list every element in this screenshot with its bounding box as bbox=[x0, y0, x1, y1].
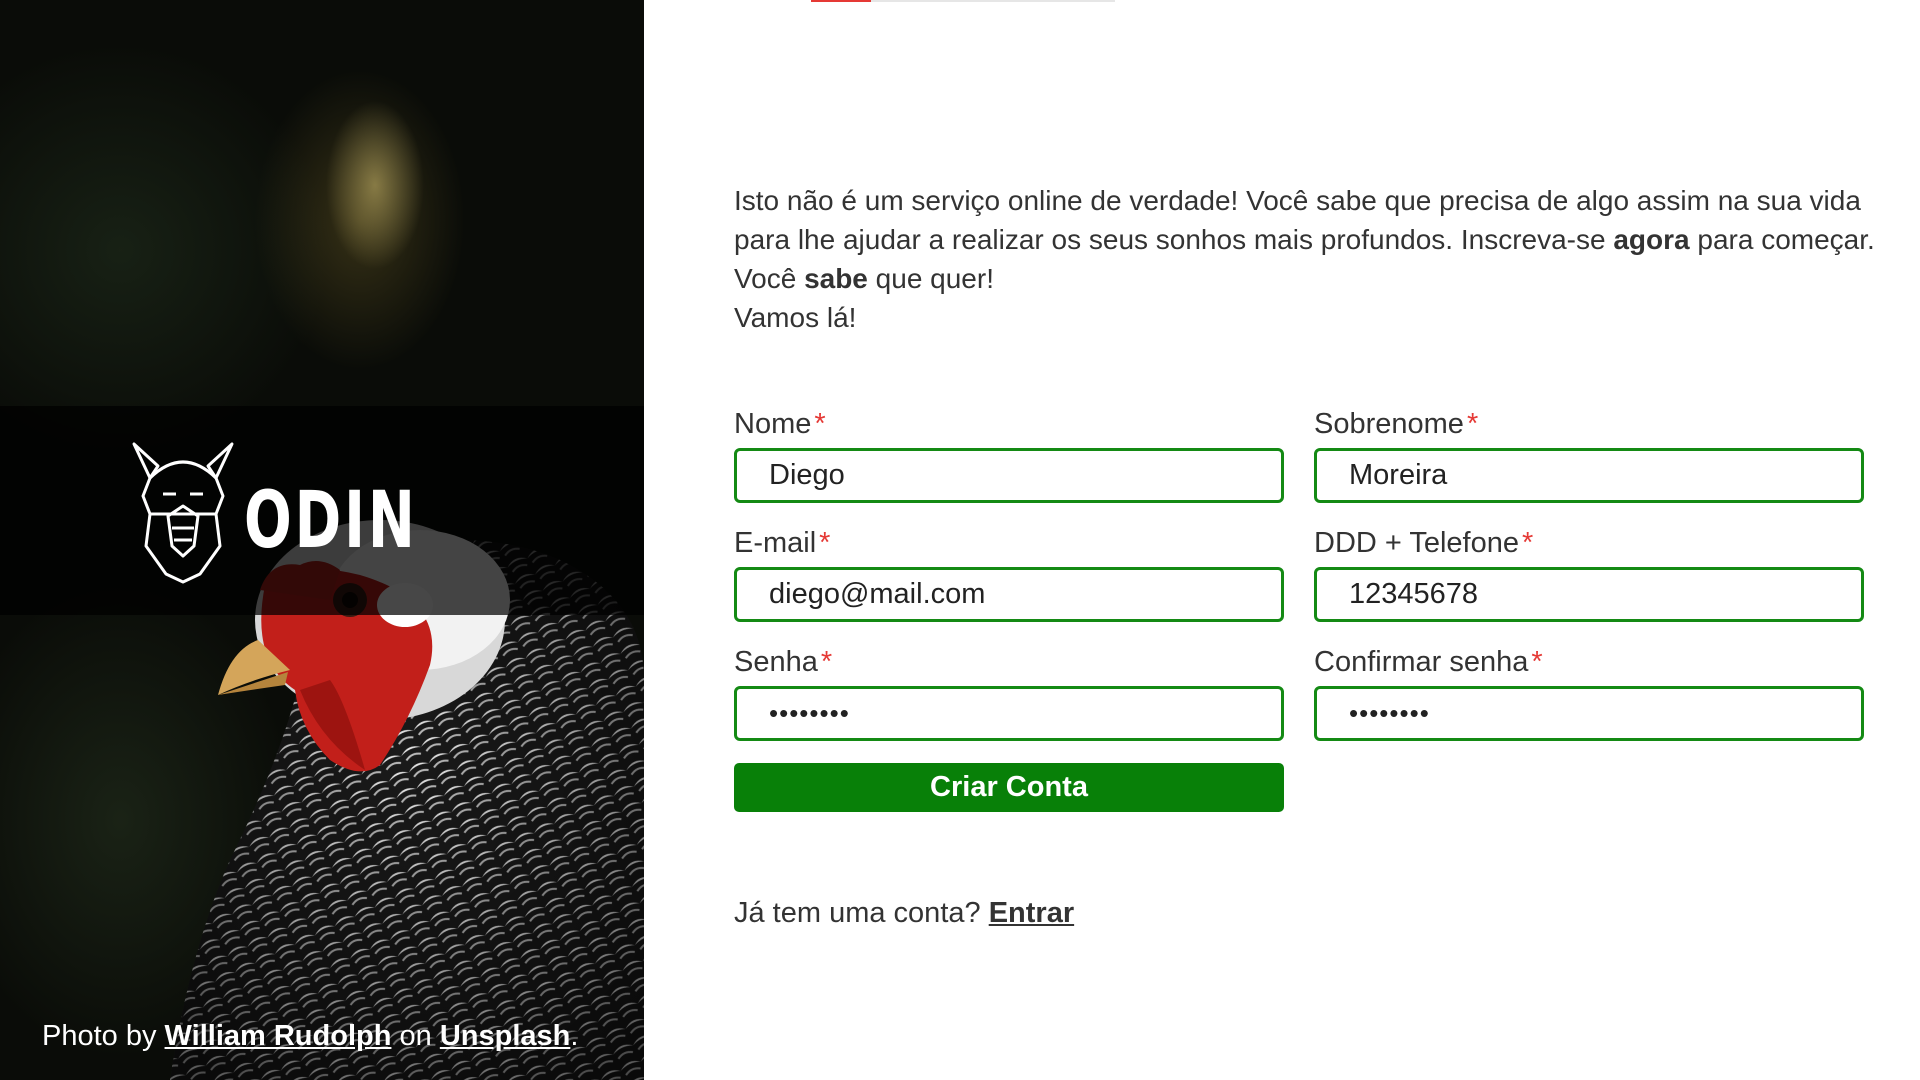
photo-credit: Photo by William Rudolph on Unsplash. bbox=[42, 1020, 578, 1053]
logo-wordmark: ODIN bbox=[244, 475, 419, 566]
first-name-label: Nome * bbox=[734, 408, 826, 440]
credit-prefix: Photo by bbox=[42, 1020, 157, 1052]
form-row-contact: E-mail* DDD + Telefone* bbox=[734, 525, 1864, 622]
confirm-password-input[interactable] bbox=[1314, 686, 1864, 741]
required-marker: * bbox=[820, 646, 833, 678]
password-label: Senha * bbox=[734, 646, 833, 678]
form-row-name: Nome* Sobrenome* bbox=[734, 406, 1864, 503]
phone-label: DDD + Telefone * bbox=[1314, 527, 1534, 559]
credit-suffix: . bbox=[570, 1020, 579, 1052]
first-name-field: Nome * bbox=[734, 406, 1284, 503]
logo-band: ODIN bbox=[0, 406, 644, 615]
login-prompt: Já tem uma conta? Entrar bbox=[734, 897, 1074, 930]
last-name-field: Sobrenome * bbox=[1314, 406, 1864, 503]
intro-line-3: Vamos lá! bbox=[734, 302, 857, 333]
confirm-password-label: Confirmar senha * bbox=[1314, 646, 1543, 678]
signup-form: Nome* Sobrenome* E-mail* DDD + Telefone* bbox=[734, 406, 1864, 812]
form-row-password: Senha* Confirmar senha* bbox=[734, 644, 1864, 741]
intro-paragraph: Isto não é um serviço online de verdade!… bbox=[734, 185, 1875, 255]
email-label: E-mail * bbox=[734, 527, 831, 559]
intro-text: Isto não é um serviço online de verdade!… bbox=[734, 181, 1894, 337]
password-input[interactable] bbox=[734, 686, 1284, 741]
email-field: E-mail * bbox=[734, 525, 1284, 622]
signup-panel: Isto não é um serviço online de verdade!… bbox=[644, 0, 1920, 1080]
password-field: Senha * bbox=[734, 644, 1284, 741]
required-marker: * bbox=[814, 408, 826, 440]
signup-page: ODIN Photo by William Rudolph on Unsplas… bbox=[0, 0, 1920, 1080]
email-input[interactable] bbox=[734, 567, 1284, 622]
phone-input[interactable] bbox=[1314, 567, 1864, 622]
unsplash-link[interactable]: Unsplash bbox=[440, 1020, 571, 1052]
top-divider-accent bbox=[811, 0, 871, 2]
login-link[interactable]: Entrar bbox=[989, 897, 1074, 929]
login-prompt-text: Já tem uma conta? bbox=[734, 897, 981, 929]
last-name-input[interactable] bbox=[1314, 448, 1864, 503]
viking-helmet-icon bbox=[132, 442, 234, 583]
phone-field: DDD + Telefone * bbox=[1314, 525, 1864, 622]
required-marker: * bbox=[1522, 527, 1534, 559]
create-account-button[interactable]: Criar Conta bbox=[734, 763, 1284, 812]
hero-image-panel: ODIN Photo by William Rudolph on Unsplas… bbox=[0, 0, 644, 1080]
required-marker: * bbox=[1531, 646, 1543, 678]
confirm-password-field: Confirmar senha * bbox=[1314, 644, 1864, 741]
odin-logo: ODIN bbox=[128, 436, 485, 586]
first-name-input[interactable] bbox=[734, 448, 1284, 503]
required-marker: * bbox=[1466, 408, 1479, 440]
last-name-label: Sobrenome * bbox=[1314, 408, 1479, 440]
credit-middle: on bbox=[399, 1020, 432, 1052]
intro-line-2: Você sabe que quer! bbox=[734, 263, 994, 294]
author-link[interactable]: William Rudolph bbox=[165, 1020, 392, 1052]
required-marker: * bbox=[819, 527, 831, 559]
